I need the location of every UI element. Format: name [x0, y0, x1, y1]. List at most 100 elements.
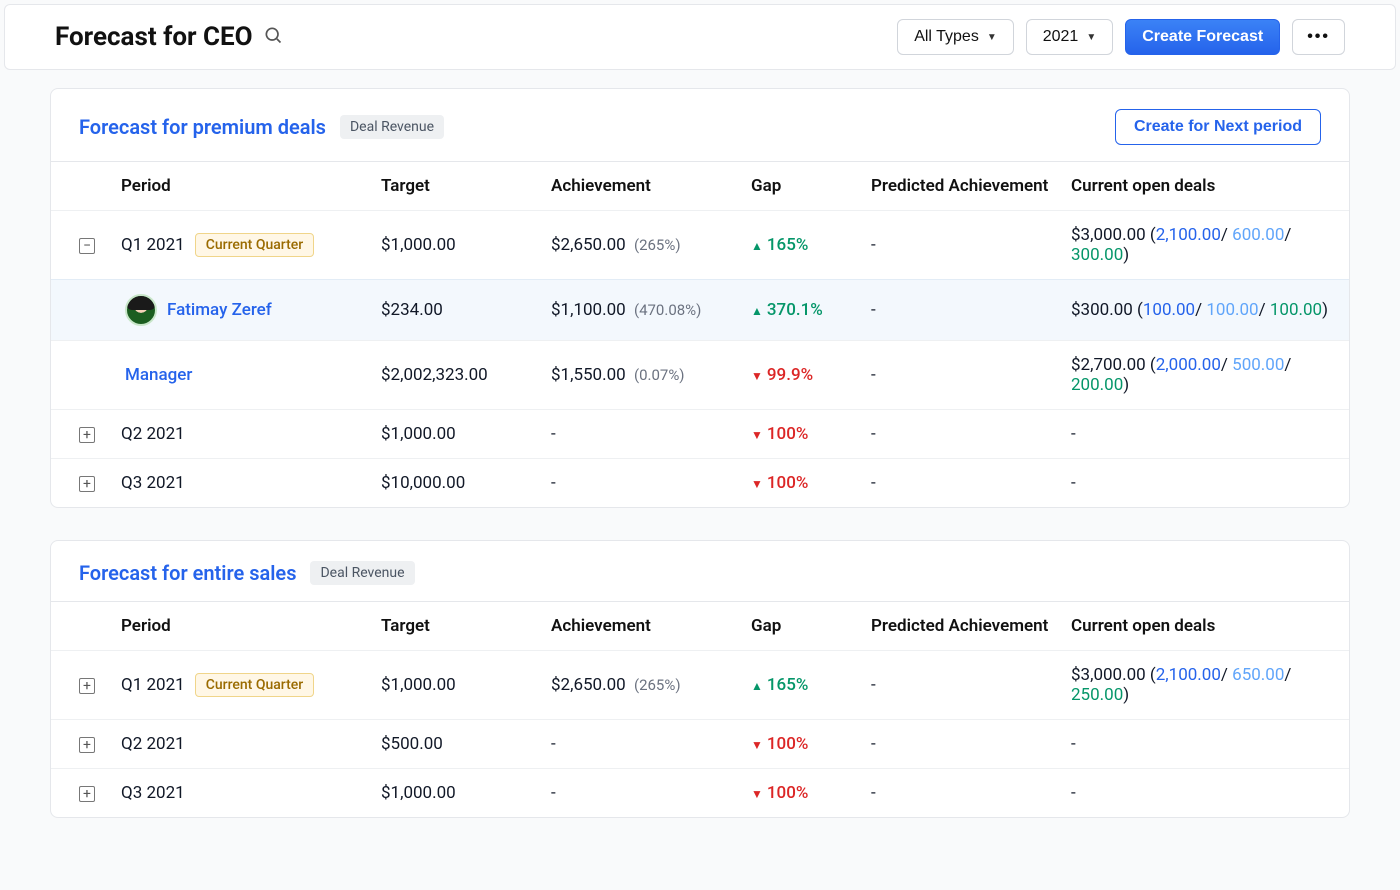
gap-value: ▼100% [751, 783, 808, 803]
col-predicted: Predicted Achievement [861, 602, 1061, 651]
table-row: + Q2 2021 $1,000.00 - ▼100% - - [51, 410, 1349, 459]
title-group: Forecast for CEO [55, 22, 283, 52]
col-target: Target [371, 162, 541, 211]
filter-year-dropdown[interactable]: 2021 ▼ [1026, 19, 1114, 55]
achievement-pct: (265%) [634, 676, 681, 694]
predicted-value: - [861, 769, 1061, 818]
search-icon[interactable] [263, 25, 283, 49]
predicted-value: - [861, 651, 1061, 720]
arrow-up-icon: ▲ [751, 239, 763, 253]
period-cell: Q1 2021Current Quarter [121, 233, 361, 257]
achievement-value: $2,650.00 [551, 235, 626, 255]
table-row: Fatimay Zeref $234.00 $1,100.00 (470.08%… [51, 280, 1349, 341]
section-tag: Deal Revenue [310, 561, 414, 585]
expand-toggle[interactable]: + [79, 476, 95, 492]
predicted-value: - [861, 410, 1061, 459]
period-label: Q2 2021 [121, 734, 185, 754]
col-predicted: Predicted Achievement [861, 162, 1061, 211]
card-header: Forecast for entire sales Deal Revenue [51, 541, 1349, 601]
gap-value: ▲165% [751, 675, 808, 695]
current-quarter-badge: Current Quarter [195, 673, 315, 697]
col-achievement: Achievement [541, 162, 741, 211]
table-row: Manager $2,002,323.00 $1,550.00 (0.07%) … [51, 341, 1349, 410]
achievement-pct: (470.08%) [634, 301, 701, 319]
period-label: Q3 2021 [121, 473, 185, 493]
role-link[interactable]: Manager [125, 365, 192, 385]
expand-toggle[interactable]: + [79, 786, 95, 802]
period-label: Q2 2021 [121, 424, 185, 444]
arrow-down-icon: ▼ [751, 428, 763, 442]
filter-type-dropdown[interactable]: All Types ▼ [897, 19, 1014, 55]
expand-toggle[interactable]: + [79, 737, 95, 753]
period-cell: Q2 2021 [121, 424, 361, 444]
col-period: Period [111, 602, 371, 651]
open-deals-value: $2,700.00 (2,000.00/ 500.00/ 200.00) [1071, 355, 1291, 395]
user-link[interactable]: Fatimay Zeref [167, 300, 272, 320]
user-cell: Fatimay Zeref [121, 294, 361, 326]
gap-value: ▲165% [751, 235, 808, 255]
create-next-period-button[interactable]: Create for Next period [1115, 109, 1321, 145]
role-cell: Manager [121, 365, 361, 385]
expand-toggle[interactable]: + [79, 427, 95, 443]
period-cell: Q3 2021 [121, 783, 361, 803]
gap-value: ▲370.1% [751, 300, 823, 320]
table-row: + Q2 2021 $500.00 - ▼100% - - [51, 720, 1349, 769]
section-title[interactable]: Forecast for premium deals [79, 115, 326, 139]
arrow-down-icon: ▼ [751, 477, 763, 491]
section-tag: Deal Revenue [340, 115, 444, 139]
col-gap: Gap [741, 162, 861, 211]
filter-year-label: 2021 [1043, 28, 1079, 46]
predicted-value: - [861, 341, 1061, 410]
col-open-deals: Current open deals [1061, 162, 1349, 211]
expand-toggle[interactable]: + [79, 678, 95, 694]
open-deals-value: $300.00 (100.00/ 100.00/ 100.00) [1071, 300, 1328, 320]
gap-value: ▼100% [751, 473, 808, 493]
gap-value: ▼99.9% [751, 365, 813, 385]
target-value: $1,000.00 [371, 769, 541, 818]
achievement-pct: (0.07%) [634, 366, 685, 384]
current-quarter-badge: Current Quarter [195, 233, 315, 257]
achievement-value: $1,550.00 [551, 365, 626, 385]
col-period: Period [111, 162, 371, 211]
target-value: $234.00 [371, 280, 541, 341]
forecast-section: Forecast for premium deals Deal Revenue … [50, 88, 1350, 508]
create-forecast-button[interactable]: Create Forecast [1125, 19, 1280, 55]
predicted-value: - [861, 720, 1061, 769]
arrow-down-icon: ▼ [751, 738, 763, 752]
top-actions: All Types ▼ 2021 ▼ Create Forecast ••• [897, 19, 1345, 55]
target-value: $1,000.00 [371, 211, 541, 280]
period-cell: Q3 2021 [121, 473, 361, 493]
filter-type-label: All Types [914, 28, 979, 46]
content-container: Forecast for premium deals Deal Revenue … [0, 78, 1400, 890]
achievement-pct: (265%) [634, 236, 681, 254]
forecast-table: Period Target Achievement Gap Predicted … [51, 601, 1349, 817]
achievement-value: $2,650.00 [551, 675, 626, 695]
open-deals-value: $3,000.00 (2,100.00/ 650.00/ 250.00) [1071, 665, 1291, 705]
predicted-value: - [861, 459, 1061, 508]
predicted-value: - [861, 211, 1061, 280]
target-value: $2,002,323.00 [371, 341, 541, 410]
more-icon: ••• [1307, 28, 1330, 46]
col-open-deals: Current open deals [1061, 602, 1349, 651]
chevron-down-icon: ▼ [1086, 32, 1096, 43]
gap-value: ▼100% [751, 734, 808, 754]
open-deals-value: $3,000.00 (2,100.00/ 600.00/ 300.00) [1071, 225, 1291, 265]
expand-toggle[interactable]: − [79, 238, 95, 254]
arrow-up-icon: ▲ [751, 304, 763, 318]
period-cell: Q1 2021Current Quarter [121, 673, 361, 697]
target-value: $1,000.00 [371, 410, 541, 459]
card-header: Forecast for premium deals Deal Revenue … [51, 89, 1349, 161]
target-value: $500.00 [371, 720, 541, 769]
page-title: Forecast for CEO [55, 22, 253, 52]
achievement-value: $1,100.00 [551, 300, 626, 320]
col-target: Target [371, 602, 541, 651]
section-title[interactable]: Forecast for entire sales [79, 561, 296, 585]
table-header-row: Period Target Achievement Gap Predicted … [51, 602, 1349, 651]
table-row: − Q1 2021Current Quarter $1,000.00 $2,65… [51, 211, 1349, 280]
target-value: $1,000.00 [371, 651, 541, 720]
more-menu-button[interactable]: ••• [1292, 19, 1345, 55]
predicted-value: - [861, 280, 1061, 341]
chevron-down-icon: ▼ [987, 32, 997, 43]
avatar [125, 294, 157, 326]
table-row: + Q3 2021 $10,000.00 - ▼100% - - [51, 459, 1349, 508]
